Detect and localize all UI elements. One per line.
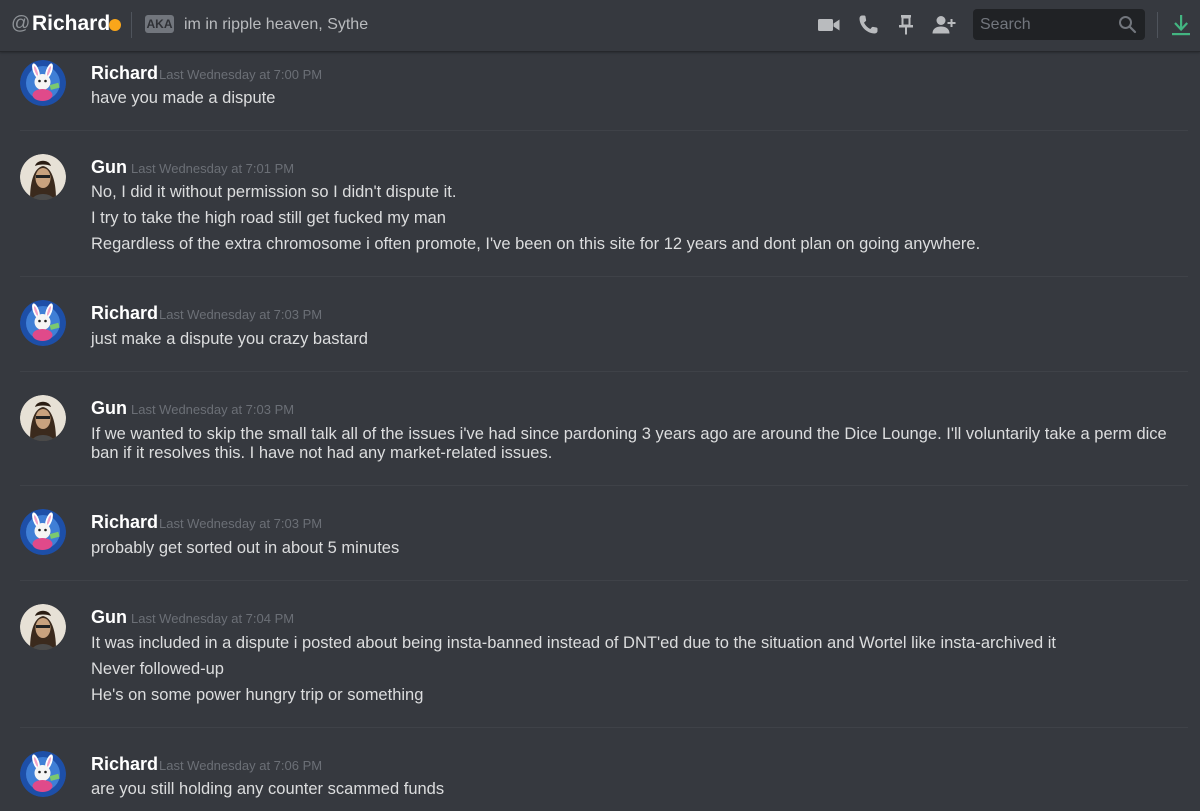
message-group[interactable]: Richard Last Wednesday at 7:03 PM probab… [0,486,1200,581]
message-line: He's on some power hungry trip or someth… [91,686,424,704]
message-author[interactable]: Gun [91,606,127,628]
message-author[interactable]: Richard [91,62,158,84]
message-group[interactable]: Gun Last Wednesday at 7:03 PM If we want… [0,372,1200,486]
message-list[interactable]: Richard Last Wednesday at 7:00 PM have y… [0,53,1200,811]
message-timestamp: Last Wednesday at 7:03 PM [159,307,323,322]
message-timestamp: Last Wednesday at 7:03 PM [131,402,295,417]
richard-avatar[interactable] [20,509,66,555]
dm-recipient-name[interactable]: Richard [32,10,110,38]
message-author[interactable]: Richard [91,511,158,533]
at-icon: @ [11,13,31,34]
header-divider [131,12,132,38]
message-group[interactable]: Gun Last Wednesday at 7:04 PM It was inc… [0,581,1200,728]
message-timestamp: Last Wednesday at 7:00 PM [159,67,323,82]
message-timestamp: Last Wednesday at 7:03 PM [159,516,323,531]
message-line: No, I did it without permission so I did… [91,183,457,201]
message-timestamp: Last Wednesday at 7:04 PM [131,611,295,626]
download-icon[interactable] [1168,12,1194,38]
channel-header: @ Richard AKA im in ripple heaven, Sythe [0,0,1200,52]
dm-window: @ Richard AKA im in ripple heaven, Sythe [0,0,1200,811]
message-line: probably get sorted out in about 5 minut… [91,539,400,557]
gun-avatar[interactable] [20,604,66,650]
message-line: Never followed-up [91,660,224,678]
gun-avatar[interactable] [20,154,66,200]
message-timestamp: Last Wednesday at 7:06 PM [159,758,323,773]
message-line: are you still holding any counter scamme… [91,780,445,798]
richard-avatar[interactable] [20,751,66,797]
aka-nicknames[interactable]: im in ripple heaven, Sythe [184,14,368,36]
message-line: I try to take the high road still get fu… [91,209,446,227]
video-call-icon[interactable] [816,12,842,38]
status-idle-indicator [109,19,121,31]
pin-icon[interactable] [893,12,919,38]
message-line: It was included in a dispute i posted ab… [91,634,1057,652]
search-box[interactable] [973,9,1145,40]
search-icon[interactable] [1118,15,1137,34]
richard-avatar[interactable] [20,60,66,106]
message-author[interactable]: Richard [91,302,158,324]
message-line: just make a dispute you crazy bastard [91,330,368,348]
message-line: If we wanted to skip the small talk all … [91,425,1167,462]
add-friend-icon[interactable] [931,12,957,38]
message-author[interactable]: Richard [91,753,158,775]
message-line: have you made a dispute [91,89,276,107]
header-divider [1157,12,1158,38]
gun-avatar[interactable] [20,395,66,441]
message-group[interactable]: Richard Last Wednesday at 7:00 PM have y… [0,53,1200,131]
voice-call-icon[interactable] [855,12,881,38]
message-author[interactable]: Gun [91,397,127,419]
richard-avatar[interactable] [20,300,66,346]
message-group[interactable]: Gun Last Wednesday at 7:01 PM No, I did … [0,131,1200,277]
message-group[interactable]: Richard Last Wednesday at 7:06 PM are yo… [0,728,1200,811]
message-group[interactable]: Richard Last Wednesday at 7:03 PM just m… [0,277,1200,372]
aka-badge: AKA [145,15,174,33]
message-line: Regardless of the extra chromosome i oft… [91,235,981,253]
message-author[interactable]: Gun [91,156,127,178]
message-timestamp: Last Wednesday at 7:01 PM [131,161,295,176]
search-input[interactable] [973,9,1113,40]
